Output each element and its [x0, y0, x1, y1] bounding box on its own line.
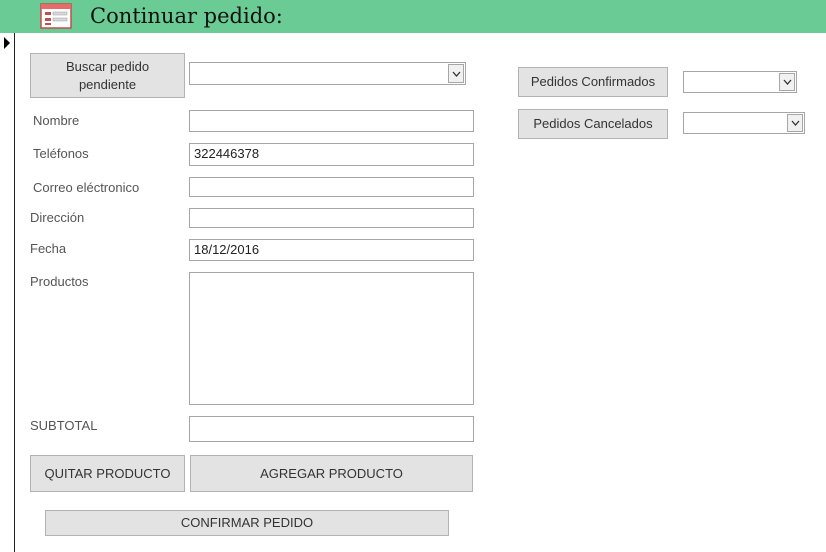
confirm-order-button[interactable]: CONFIRMAR PEDIDO — [45, 510, 449, 536]
nombre-label: Nombre — [33, 113, 80, 128]
confirmed-orders-combo[interactable] — [683, 71, 797, 93]
search-pending-order-button[interactable]: Buscar pedido pendiente — [30, 53, 185, 98]
nombre-field[interactable] — [189, 110, 474, 132]
remove-product-button[interactable]: QUITAR PRODUCTO — [30, 455, 185, 492]
page-title: Continuar pedido: — [90, 4, 283, 28]
chevron-down-icon[interactable] — [448, 64, 464, 83]
telefonos-field[interactable]: 322446378 — [189, 143, 474, 166]
fecha-label: Fecha — [30, 241, 67, 256]
form-header: Continuar pedido: — [0, 0, 826, 33]
direccion-field[interactable] — [189, 208, 474, 228]
cancelled-orders-button[interactable]: Pedidos Cancelados — [518, 109, 668, 139]
confirmed-orders-button[interactable]: Pedidos Confirmados — [518, 67, 668, 97]
chevron-down-icon[interactable] — [787, 114, 803, 132]
correo-field[interactable] — [189, 177, 474, 197]
current-record-arrow-icon — [4, 37, 10, 49]
subtotal-field[interactable] — [189, 416, 474, 442]
record-selector[interactable] — [0, 33, 15, 552]
productos-label: Productos — [30, 274, 89, 289]
add-product-button[interactable]: AGREGAR PRODUCTO — [190, 455, 473, 492]
subtotal-label: SUBTOTAL — [30, 418, 98, 433]
telefonos-label: Teléfonos — [33, 146, 89, 161]
form-icon — [40, 3, 72, 29]
correo-label: Correo eléctronico — [33, 180, 140, 195]
chevron-down-icon[interactable] — [779, 73, 795, 91]
pending-order-combo[interactable] — [189, 62, 466, 85]
cancelled-orders-combo[interactable] — [683, 112, 805, 134]
direccion-label: Dirección — [30, 210, 85, 225]
productos-field[interactable] — [189, 272, 474, 405]
fecha-field[interactable]: 18/12/2016 — [189, 239, 474, 261]
search-pending-order-label: Buscar pedido pendiente — [65, 58, 150, 92]
